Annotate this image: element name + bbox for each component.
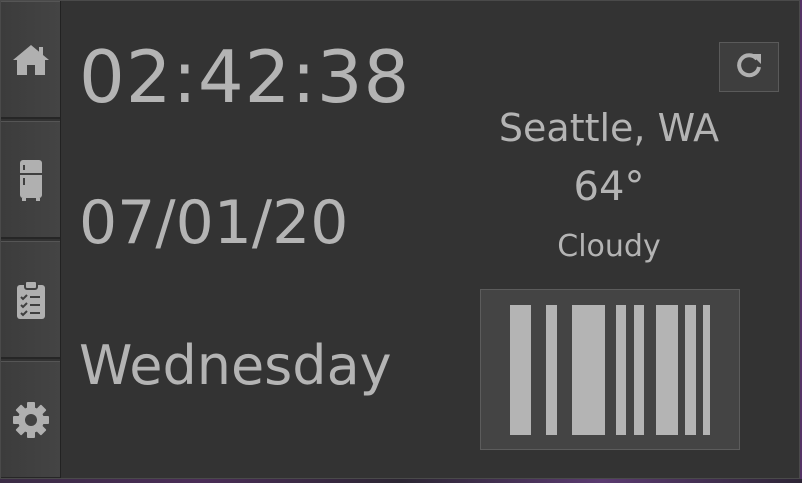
day-of-week: Wednesday	[79, 334, 392, 397]
desktop-edge-bottom	[0, 479, 802, 483]
fridge-icon	[17, 158, 45, 202]
sidebar-item-fridge[interactable]	[1, 121, 60, 239]
weather-location: Seattle, WA	[498, 106, 720, 150]
sidebar	[1, 1, 61, 478]
sidebar-item-settings[interactable]	[1, 361, 60, 478]
refresh-icon	[735, 51, 763, 83]
home-icon	[11, 43, 51, 77]
sidebar-item-tasks[interactable]	[1, 241, 60, 359]
gear-icon	[12, 401, 50, 439]
weather-temperature: 64°	[573, 164, 645, 210]
clipboard-checklist-icon	[15, 279, 47, 320]
fog-bars-icon	[480, 289, 740, 450]
date-display: 07/01/20	[79, 188, 349, 258]
weather-condition: Cloudy	[557, 229, 661, 264]
clock-time: 02:42:38	[79, 35, 411, 119]
refresh-button[interactable]	[719, 42, 779, 92]
sidebar-item-home[interactable]	[1, 1, 60, 119]
app-window: 02:42:38 07/01/20 Wednesday Seattle, WA …	[0, 0, 800, 479]
